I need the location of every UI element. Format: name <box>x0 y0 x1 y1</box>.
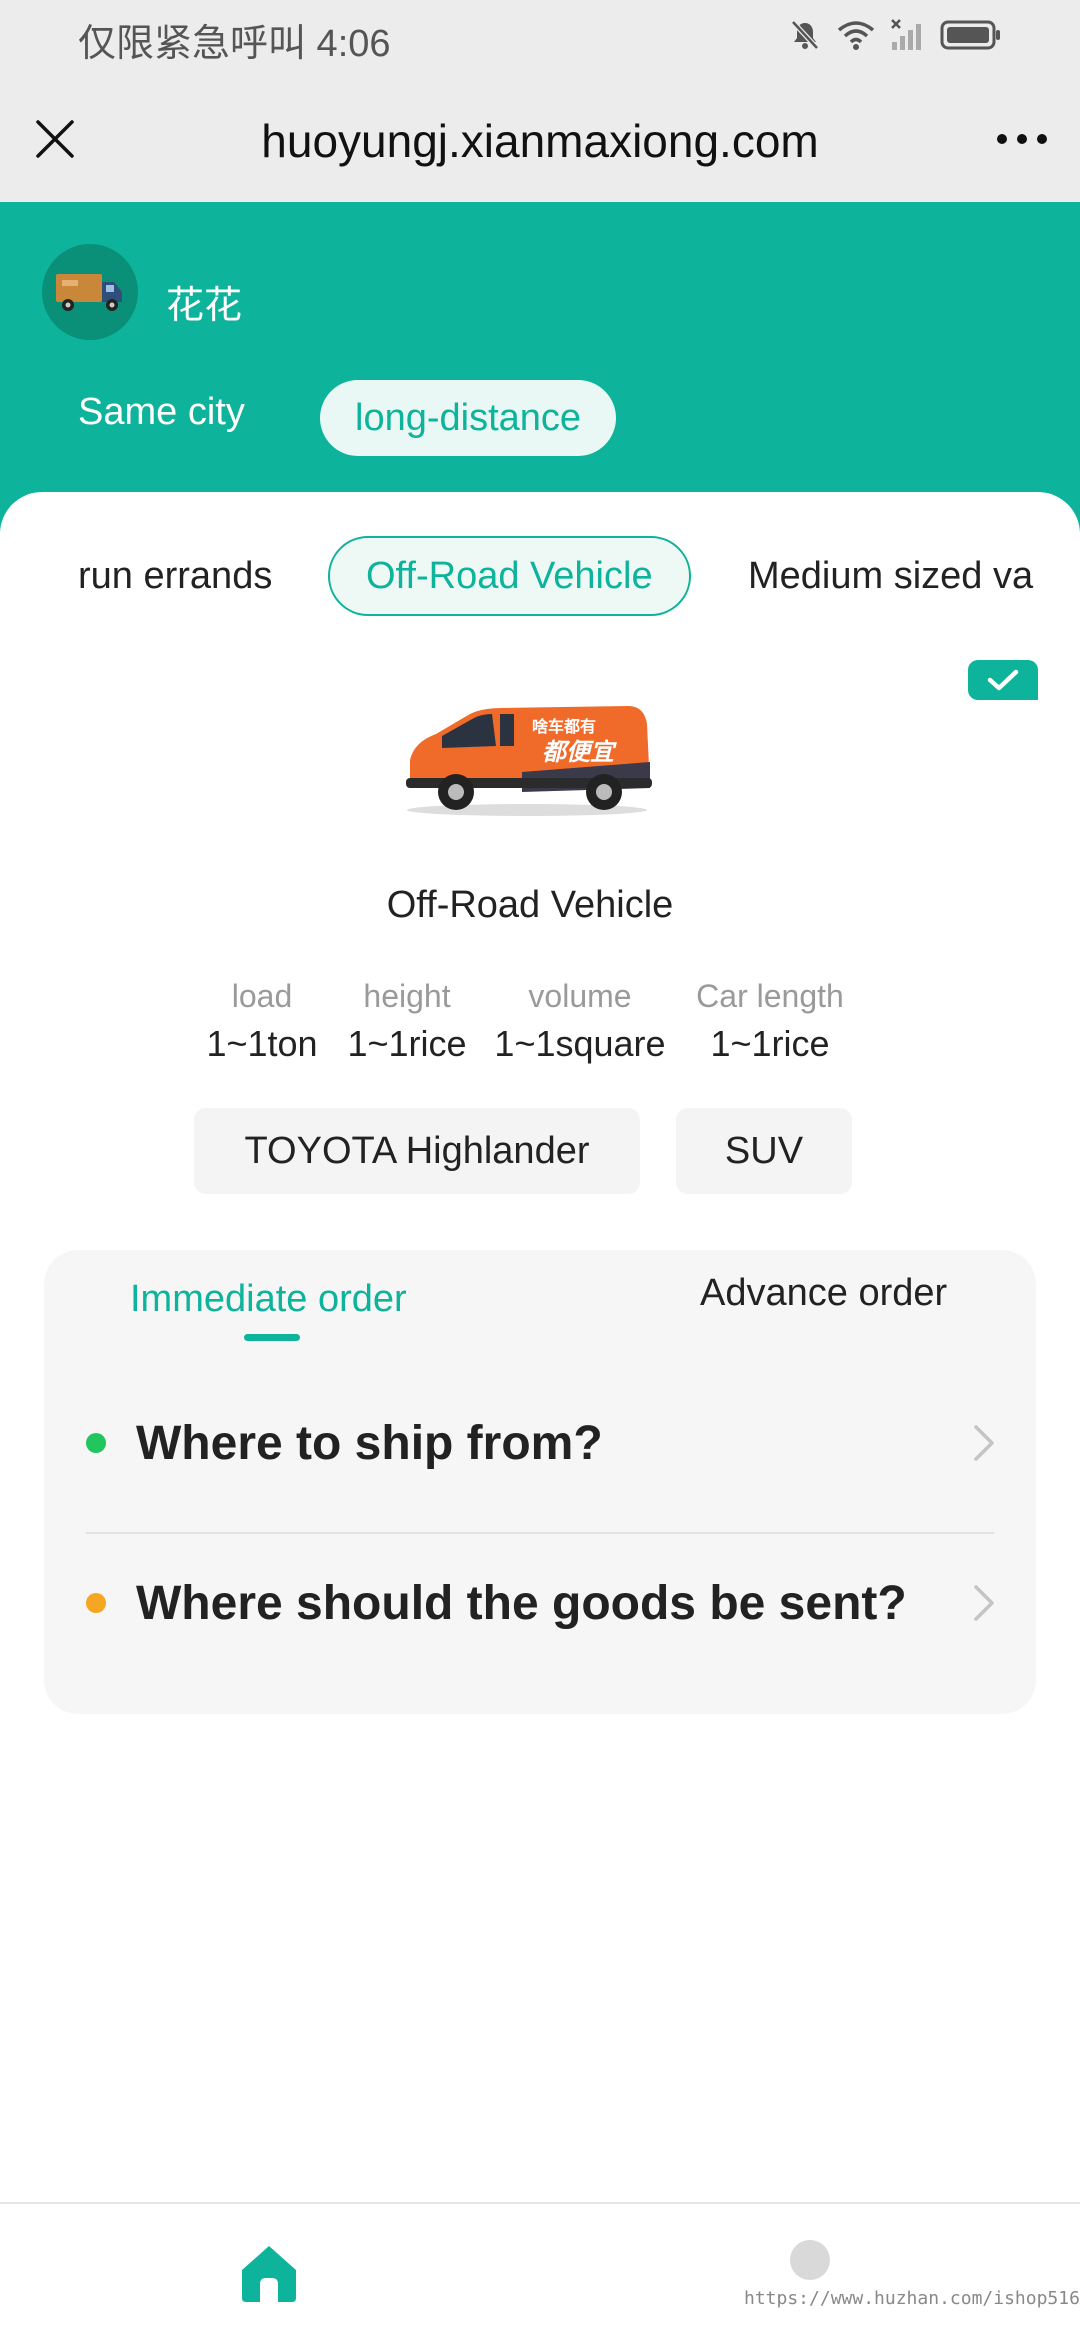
wifi-icon <box>837 21 875 50</box>
chevron-right-icon <box>974 1585 994 1621</box>
vehicle-type-tag: SUV <box>676 1108 852 1194</box>
ship-from-row[interactable]: Where to ship from? <box>44 1388 1036 1498</box>
ship-to-label: Where should the goods be sent? <box>136 1576 907 1630</box>
bell-muted-icon <box>791 20 819 50</box>
user-name: 花花 <box>166 285 243 327</box>
van-illustration: 啥车都有 都便宜 <box>406 706 652 816</box>
tab-same-city[interactable]: Same city <box>58 376 265 448</box>
ship-from-label: Where to ship from? <box>136 1416 603 1470</box>
battery-icon <box>940 20 1000 50</box>
spec-value: 1~1square <box>494 1023 666 1064</box>
spec-label: Car length <box>696 978 844 1014</box>
truck-avatar-icon <box>56 274 122 311</box>
ship-to-row[interactable]: Where should the goods be sent? <box>44 1548 1036 1658</box>
vehicle-tab-medium-van[interactable]: Medium sized va <box>748 536 1033 616</box>
browser-url: huoyungj.xianmaxiong.com <box>261 115 819 167</box>
spec-value: 1~1rice <box>347 1023 467 1064</box>
main-card: run errands Off-Road Vehicle Medium size… <box>0 492 1080 2202</box>
vehicle-name: Off-Road Vehicle <box>386 884 674 926</box>
origin-dot <box>86 1433 106 1453</box>
spec-volume: volume 1~1square <box>486 978 674 1065</box>
check-icon <box>987 669 1019 691</box>
destination-dot <box>86 1593 106 1613</box>
avatar[interactable] <box>42 244 138 340</box>
tab-immediate-order[interactable]: Immediate order <box>130 1278 407 1321</box>
watermark: https://www.huzhan.com/ishop51679 <box>744 2288 1080 2309</box>
van-slogan-1: 啥车都有 <box>532 717 596 736</box>
status-bar: 仅限紧急呼叫 4:06 <box>0 0 1080 76</box>
spec-label: height <box>363 978 451 1014</box>
spec-label: volume <box>528 978 632 1014</box>
spec-label: load <box>231 978 293 1014</box>
bottom-nav: https://www.huzhan.com/ishop51679 <box>0 2202 1080 2340</box>
spec-height: height 1~1rice <box>338 978 476 1065</box>
browser-bar: huoyungj.xianmaxiong.com <box>0 76 1080 202</box>
vehicle-model-tag: TOYOTA Highlander <box>194 1108 640 1194</box>
profile-icon[interactable] <box>790 2240 830 2280</box>
more-icon <box>997 134 1047 144</box>
vehicle-tab-run-errands[interactable]: run errands <box>78 536 272 616</box>
vehicle-tab-off-road[interactable]: Off-Road Vehicle <box>328 536 691 616</box>
status-time: 仅限紧急呼叫 4:06 <box>78 23 391 65</box>
spec-car-length: Car length 1~1rice <box>686 978 854 1065</box>
spec-load: load 1~1ton <box>192 978 332 1065</box>
home-icon[interactable] <box>236 2240 302 2306</box>
active-tab-indicator <box>244 1334 300 1341</box>
vehicle-type-tabs: run errands Off-Road Vehicle Medium size… <box>0 536 1080 620</box>
tab-long-distance[interactable]: long-distance <box>320 380 617 456</box>
more-button[interactable] <box>992 112 1052 166</box>
spec-value: 1~1ton <box>206 1023 318 1064</box>
app-header: 花花 Same city long-distance <box>0 202 1080 532</box>
tab-advance-order[interactable]: Advance order <box>700 1272 947 1315</box>
selected-check-badge <box>968 660 1038 700</box>
van-slogan-2: 都便宜 <box>542 738 617 766</box>
status-icons <box>788 18 1002 52</box>
divider <box>86 1532 994 1534</box>
chevron-right-icon <box>974 1425 994 1461</box>
order-card: Immediate order Advance order Where to s… <box>44 1250 1036 1714</box>
spec-value: 1~1rice <box>710 1023 830 1064</box>
signal-icon <box>891 19 921 50</box>
